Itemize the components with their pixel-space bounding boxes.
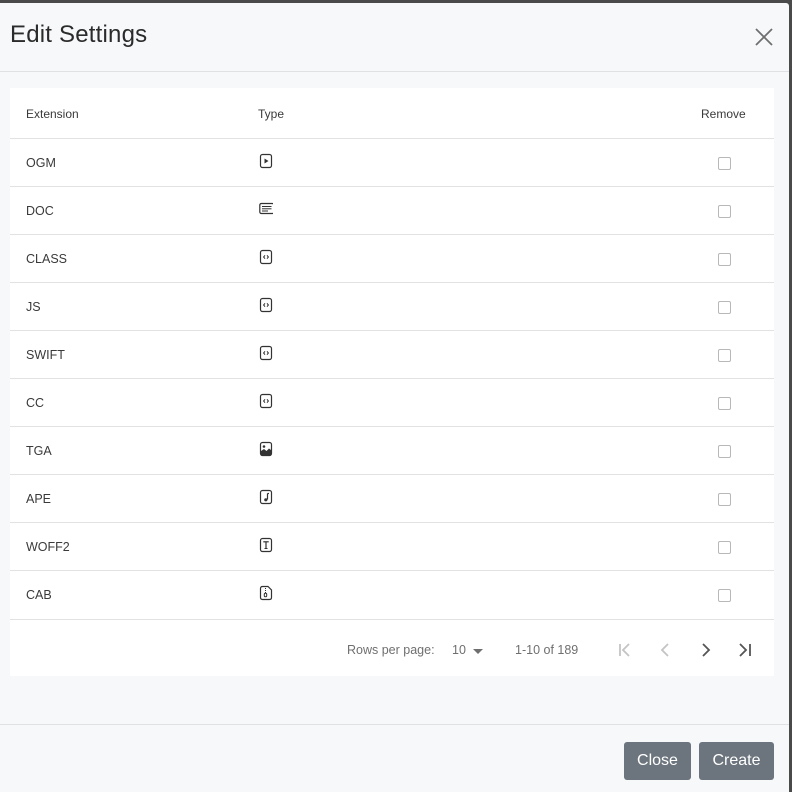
table-row: CC bbox=[10, 379, 774, 427]
code-file-icon bbox=[259, 297, 273, 313]
close-button[interactable]: Close bbox=[624, 742, 691, 780]
create-button[interactable]: Create bbox=[699, 742, 774, 780]
table-row: DOC bbox=[10, 187, 774, 235]
remove-checkbox[interactable] bbox=[718, 589, 731, 602]
code-file-icon bbox=[259, 345, 273, 361]
table-row: WOFF2 bbox=[10, 523, 774, 571]
header-remove: Remove bbox=[701, 107, 746, 121]
dialog-footer: Close Create bbox=[0, 724, 789, 792]
extension-cell: SWIFT bbox=[26, 348, 65, 362]
extension-cell: JS bbox=[26, 300, 41, 314]
rows-per-page-select[interactable]: 10 bbox=[452, 643, 466, 657]
table-body: OGM DOC CLASS JS SWIFT CC TGA APE WOFF2 CAB bbox=[10, 139, 774, 620]
last-page-icon[interactable] bbox=[735, 640, 755, 660]
image-file-icon bbox=[259, 441, 273, 457]
code-file-icon bbox=[259, 249, 273, 265]
chevron-left-icon[interactable] bbox=[655, 640, 675, 660]
page-range: 1-10 of 189 bbox=[515, 643, 579, 657]
extension-cell: CAB bbox=[26, 588, 52, 602]
remove-checkbox[interactable] bbox=[718, 445, 731, 458]
extension-cell: CLASS bbox=[26, 252, 67, 266]
header-extension: Extension bbox=[26, 107, 79, 121]
dialog-header: Edit Settings bbox=[0, 3, 789, 72]
extension-cell: APE bbox=[26, 492, 52, 506]
remove-checkbox[interactable] bbox=[718, 205, 731, 218]
remove-checkbox[interactable] bbox=[718, 397, 731, 410]
table-row: SWIFT bbox=[10, 331, 774, 379]
document-file-icon bbox=[259, 201, 273, 217]
remove-checkbox[interactable] bbox=[718, 493, 731, 506]
rows-per-page-label: Rows per page: bbox=[347, 643, 435, 657]
extension-cell: CC bbox=[26, 396, 45, 410]
close-icon[interactable] bbox=[753, 26, 775, 48]
table-row: JS bbox=[10, 283, 774, 331]
table-row: CLASS bbox=[10, 235, 774, 283]
extension-cell: TGA bbox=[26, 444, 52, 458]
font-file-icon bbox=[259, 537, 273, 553]
extension-cell: DOC bbox=[26, 204, 54, 218]
extension-cell: OGM bbox=[26, 156, 56, 170]
table-row: CAB bbox=[10, 571, 774, 620]
remove-checkbox[interactable] bbox=[718, 541, 731, 554]
remove-checkbox[interactable] bbox=[718, 253, 731, 266]
pagination: Rows per page: 10 1-10 of 189 bbox=[10, 623, 774, 676]
archive-file-icon bbox=[259, 585, 273, 601]
chevron-right-icon[interactable] bbox=[696, 640, 716, 660]
table-row: OGM bbox=[10, 139, 774, 187]
first-page-icon[interactable] bbox=[615, 640, 635, 660]
table-row: TGA bbox=[10, 427, 774, 475]
table-row: APE bbox=[10, 475, 774, 523]
header-type: Type bbox=[258, 107, 285, 121]
table-header: Extension Type Remove bbox=[10, 88, 774, 139]
remove-checkbox[interactable] bbox=[718, 157, 731, 170]
code-file-icon bbox=[259, 393, 273, 409]
remove-checkbox[interactable] bbox=[718, 349, 731, 362]
edit-settings-dialog: Edit Settings Extension Type Remove OGM D… bbox=[0, 3, 789, 792]
audio-file-icon bbox=[259, 489, 273, 505]
extension-cell: WOFF2 bbox=[26, 540, 70, 554]
extensions-table: Extension Type Remove OGM DOC CLASS JS SWIFT… bbox=[10, 88, 774, 676]
dialog-title: Edit Settings bbox=[10, 21, 148, 48]
caret-down-icon[interactable] bbox=[473, 649, 483, 654]
video-file-icon bbox=[259, 153, 273, 169]
remove-checkbox[interactable] bbox=[718, 301, 731, 314]
